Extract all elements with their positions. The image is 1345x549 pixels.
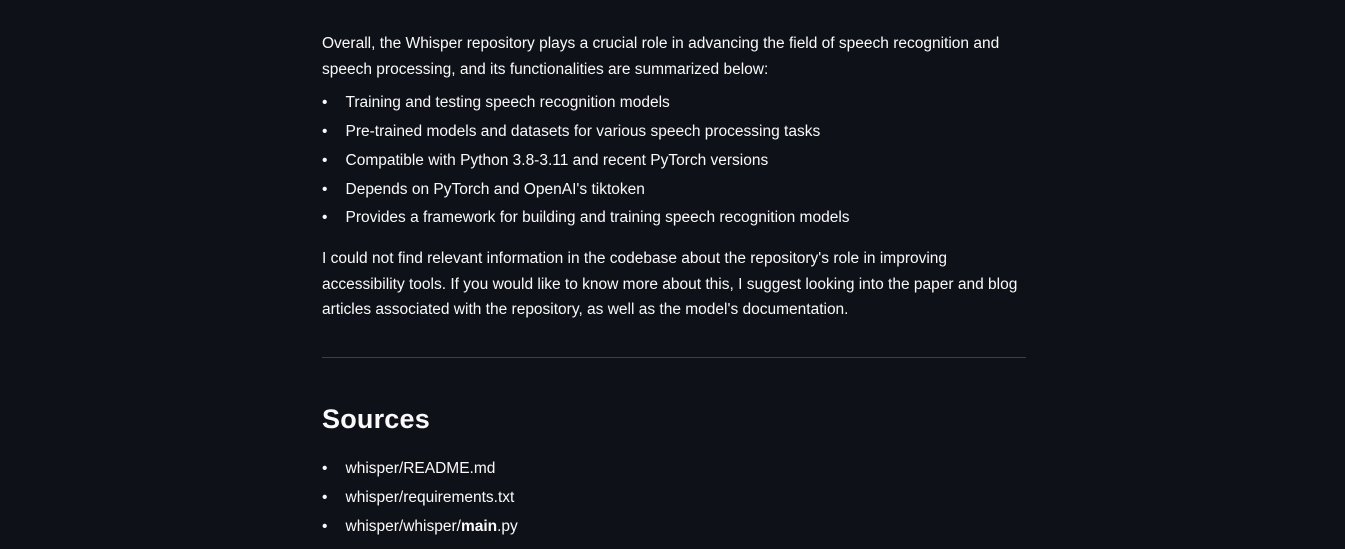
chat-response: Overall, the Whisper repository plays a … — [322, 31, 1026, 541]
list-item: • Training and testing speech recognition… — [322, 89, 1026, 118]
bullet-icon: • — [322, 151, 328, 169]
bullet-icon: • — [322, 94, 328, 112]
list-item-text: Compatible with Python 3.8-3.11 and rece… — [345, 151, 769, 169]
list-item-text: Training and testing speech recognition … — [345, 94, 670, 112]
bullet-icon: • — [322, 180, 328, 198]
list-item: • Provides a framework for building and t… — [322, 204, 1026, 233]
sources-heading: Sources — [322, 403, 430, 434]
feature-list: • Training and testing speech recognition… — [322, 89, 1026, 233]
note-paragraph: I could not find relevant information in… — [322, 250, 1018, 319]
source-item: • whisper/README.md — [322, 455, 1026, 484]
source-path: whisper/whisper/ — [345, 517, 461, 535]
source-path: whisper/README.md — [345, 459, 496, 477]
list-item-text: Pre-trained models and datasets for vari… — [345, 122, 821, 140]
divider — [322, 356, 1026, 358]
source-path-suffix: .py — [497, 517, 518, 535]
intro-paragraph: Overall, the Whisper repository plays a … — [322, 35, 1000, 78]
list-item-text: Depends on PyTorch and OpenAI's tiktoken — [345, 180, 645, 198]
list-item: • Compatible with Python 3.8-3.11 and rec… — [322, 147, 1026, 176]
bullet-icon: • — [322, 488, 328, 506]
source-item: • whisper/requirements.txt — [322, 484, 1026, 513]
list-item-text: Provides a framework for building and tr… — [345, 209, 850, 227]
sources-list: • whisper/README.md • whisper/requirements… — [322, 455, 1026, 541]
list-item: • Pre-trained models and datasets for var… — [322, 118, 1026, 147]
source-path: whisper/requirements.txt — [345, 488, 515, 506]
bullet-icon: • — [322, 459, 328, 477]
bullet-icon: • — [322, 209, 328, 227]
source-path-bold: main — [460, 517, 498, 535]
list-item: • Depends on PyTorch and OpenAI's tiktoke… — [322, 176, 1026, 205]
bullet-icon: • — [322, 122, 328, 140]
bullet-icon: • — [322, 517, 328, 535]
source-item: • whisper/whisper/main.py — [322, 513, 1026, 542]
